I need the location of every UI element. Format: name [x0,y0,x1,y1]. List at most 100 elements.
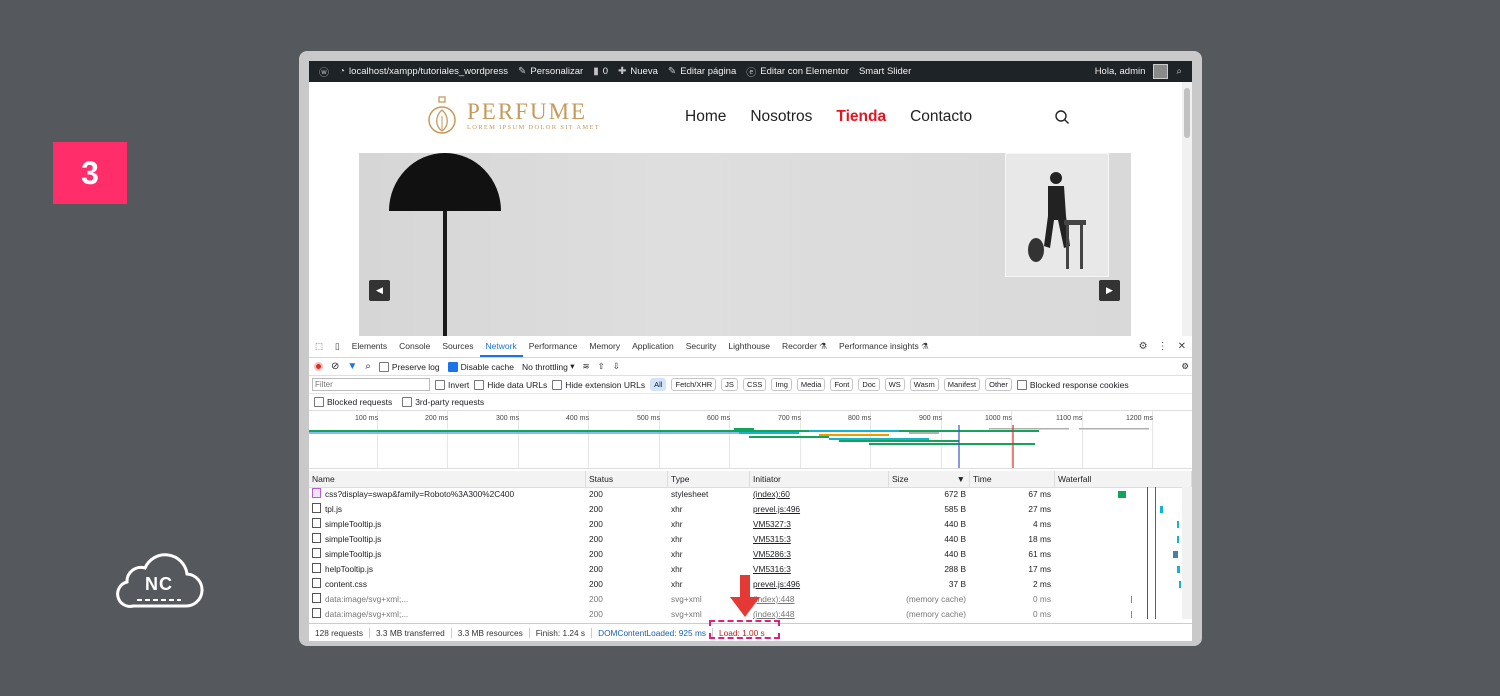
tab-lighthouse[interactable]: Lighthouse [722,336,776,357]
more-options-icon[interactable]: ⋮ [1158,341,1168,352]
table-row[interactable]: simpleTooltip.js 200 xhr VM5315:3 440 B 18 ms [309,532,1182,547]
tab-console[interactable]: Console [393,336,436,357]
search-icon[interactable] [1054,109,1070,125]
admin-new-link[interactable]: ✚ Nueva [618,66,658,77]
cell-initiator[interactable]: VM5315:3 [750,532,889,547]
preserve-log-checkbox[interactable]: Preserve log [378,361,440,372]
cell-size: 440 B [944,534,966,544]
nav-item-tienda[interactable]: Tienda [836,108,886,126]
table-row[interactable]: simpleTooltip.js 200 xhr VM5327:3 440 B 4 ms [309,517,1182,532]
tab-sources[interactable]: Sources [436,336,479,357]
tab-network[interactable]: Network [479,336,523,357]
filter-chip-media[interactable]: Media [796,378,826,391]
filter-chip-font[interactable]: Font [830,378,854,391]
close-icon[interactable]: ✕ [1178,341,1186,352]
inspect-element-icon[interactable]: ⬚ [309,336,329,357]
clear-icon[interactable]: ⊘ [331,361,339,372]
column-time[interactable]: Time [970,471,1055,487]
record-icon[interactable] [314,362,323,371]
table-scrollbar[interactable] [1182,487,1192,619]
hide-data-urls-checkbox[interactable]: Hide data URLs [474,379,547,390]
column-status[interactable]: Status [586,471,668,487]
cell-initiator[interactable]: (index):60 [750,487,889,502]
slider-next-button[interactable]: ▶ [1099,280,1120,301]
avatar[interactable] [1153,64,1169,79]
admin-comments-link[interactable]: ▮ 0 [593,66,608,77]
network-conditions-icon[interactable]: ≋ [583,361,590,372]
column-waterfall[interactable]: Waterfall [1055,471,1192,487]
admin-edit-elementor-link[interactable]: ⓔ Editar con Elementor [746,64,849,79]
cell-time: 61 ms [1028,549,1051,559]
search-icon[interactable]: ⌕ [365,361,371,372]
table-row[interactable]: css?display=swap&family=Roboto%3A300%2C4… [309,487,1182,502]
tab-security[interactable]: Security [680,336,723,357]
cell-status: 200 [589,549,603,559]
waterfall-bar [1173,551,1178,558]
hide-extension-urls-checkbox[interactable]: Hide extension URLs [552,379,645,390]
third-party-requests-checkbox[interactable]: 3rd-party requests [402,397,484,407]
search-icon[interactable]: ⌕ [1176,66,1182,77]
filter-chip-fetch-xhr[interactable]: Fetch/XHR [671,378,717,391]
cell-initiator[interactable]: prevel.js:496 [750,502,889,517]
disable-cache-checkbox[interactable]: Disable cache [447,361,514,372]
cell-initiator[interactable]: VM5316:3 [750,562,889,577]
cell-status: 200 [589,504,603,514]
tab-recorder[interactable]: Recorder ⚗ [776,336,833,357]
load-marker [1155,487,1156,619]
blocked-requests-checkbox[interactable]: Blocked requests [314,397,392,407]
throttling-select[interactable]: No throttling ▾ [522,361,574,372]
column-initiator[interactable]: Initiator [750,471,889,487]
cell-initiator[interactable]: VM5327:3 [750,517,889,532]
table-row[interactable]: simpleTooltip.js 200 xhr VM5286:3 440 B 61 ms [309,547,1182,562]
network-settings-gear-icon[interactable]: ⚙ [1181,361,1189,372]
cell-status: 200 [589,609,603,619]
slider-prev-button[interactable]: ◀ [369,280,390,301]
filter-chip-css[interactable]: CSS [742,378,767,391]
nav-item-home[interactable]: Home [685,108,726,126]
invert-checkbox[interactable]: Invert [435,379,469,390]
filter-chip-other[interactable]: Other [985,378,1012,391]
perfume-logo-icon[interactable] [427,96,457,136]
tab-application[interactable]: Application [626,336,680,357]
filter-chip-js[interactable]: JS [721,378,738,391]
filter-chip-wasm[interactable]: Wasm [909,378,939,391]
tab-performance[interactable]: Performance [523,336,584,357]
wordpress-logo-icon[interactable]: ⓦ [319,64,329,79]
column-size[interactable]: Size ▼ [889,471,970,487]
cell-initiator[interactable]: prevel.js:496 [750,577,889,592]
download-icon[interactable]: ⇩ [613,361,620,372]
filter-input[interactable]: Filter [312,378,430,391]
blocked-response-cookies-checkbox[interactable]: Blocked response cookies [1016,379,1129,390]
admin-site-link[interactable]: ◔ localhost/xampp/tutoriales_wordpress [339,66,508,77]
filter-chip-manifest[interactable]: Manifest [943,378,981,391]
gear-icon[interactable]: ⚙ [1139,341,1148,352]
browser-screen: ⓦ ◔ localhost/xampp/tutoriales_wordpress … [309,61,1192,641]
comment-icon: ▮ [593,66,599,77]
admin-greeting[interactable]: Hola, admin [1095,66,1146,77]
filter-funnel-icon[interactable]: ▼ [347,361,357,372]
page-scrollbar[interactable] [1182,82,1192,336]
admin-customize-link[interactable]: ✎ Personalizar [518,66,583,77]
filter-chip-doc[interactable]: Doc [858,378,880,391]
admin-edit-page-link[interactable]: ✎ Editar página [668,66,736,77]
device-toolbar-icon[interactable]: ▯ [329,336,346,357]
tab-performance-insights[interactable]: Performance insights ⚗ [833,336,935,357]
cell-name: data:image/svg+xml;... [309,607,586,622]
filter-chip-all[interactable]: All [650,378,667,391]
nav-item-contacto[interactable]: Contacto [910,108,972,126]
nav-item-nosotros[interactable]: Nosotros [750,108,812,126]
document-file-icon [312,548,321,558]
column-type[interactable]: Type [668,471,750,487]
network-overview-timeline[interactable]: 100 ms 200 ms 300 ms 400 ms 500 ms 600 m… [309,410,1192,469]
cell-initiator[interactable]: VM5286:3 [750,547,889,562]
cell-initiator[interactable]: (index):448 [750,592,889,607]
filter-chip-img[interactable]: Img [771,378,792,391]
table-row[interactable]: tpl.js 200 xhr prevel.js:496 585 B 27 ms [309,502,1182,517]
tab-elements[interactable]: Elements [346,336,393,357]
admin-smart-slider-link[interactable]: Smart Slider [859,66,911,77]
column-name[interactable]: Name [309,471,586,487]
filter-chip-ws[interactable]: WS [884,378,905,391]
tab-memory[interactable]: Memory [583,336,626,357]
site-logo-name[interactable]: PERFUME [467,99,587,125]
upload-icon[interactable]: ⇧ [598,361,605,372]
